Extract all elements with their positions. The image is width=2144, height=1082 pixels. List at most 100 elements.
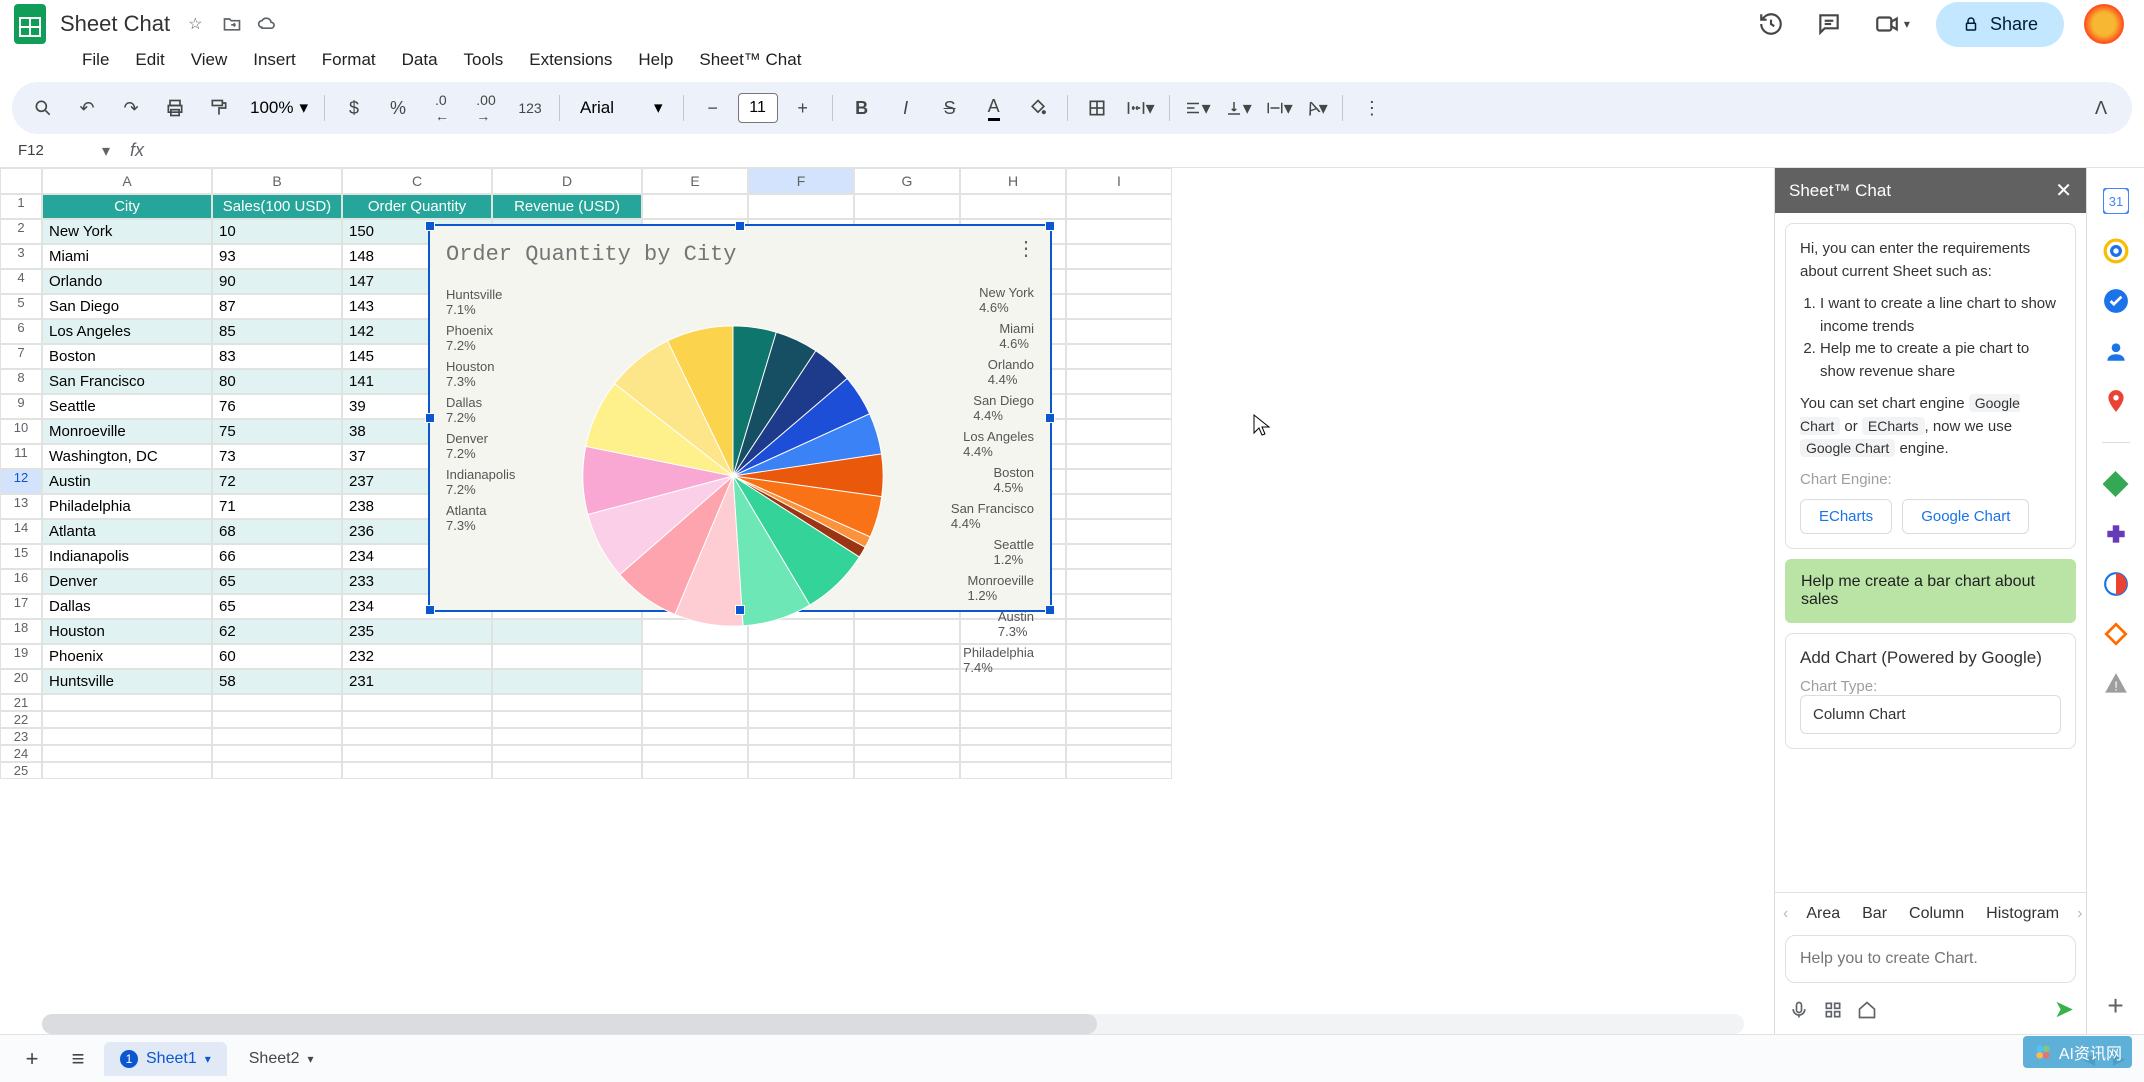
currency-icon[interactable]: $ <box>335 89 373 127</box>
cell[interactable] <box>1066 669 1172 694</box>
cell[interactable] <box>492 728 642 745</box>
cell[interactable] <box>748 711 854 728</box>
redo-icon[interactable]: ↷ <box>112 89 150 127</box>
user-avatar[interactable] <box>2084 4 2124 44</box>
cell[interactable]: Miami <box>42 244 212 269</box>
cell[interactable]: 10 <box>212 219 342 244</box>
sheet-tab[interactable]: 1Sheet1▾ <box>104 1042 227 1076</box>
mic-icon[interactable] <box>1787 998 1811 1022</box>
row-header[interactable]: 20 <box>0 669 42 694</box>
percent-icon[interactable]: % <box>379 89 417 127</box>
cell[interactable]: 90 <box>212 269 342 294</box>
cell[interactable] <box>492 694 642 711</box>
cell[interactable] <box>1066 344 1172 369</box>
cell[interactable]: Sales(100 USD) <box>212 194 342 219</box>
cell[interactable]: Houston <box>42 619 212 644</box>
cell[interactable] <box>1066 519 1172 544</box>
cell[interactable] <box>42 728 212 745</box>
cell[interactable]: 66 <box>212 544 342 569</box>
cell[interactable] <box>342 728 492 745</box>
comments-icon[interactable] <box>1810 5 1848 43</box>
cell[interactable]: 83 <box>212 344 342 369</box>
type-prev-icon[interactable]: ‹ <box>1783 905 1788 923</box>
sheet-tab-menu-icon[interactable]: ▾ <box>205 1052 211 1066</box>
name-box[interactable] <box>10 138 102 163</box>
cell[interactable] <box>1066 219 1172 244</box>
grid-view-icon[interactable] <box>1821 998 1845 1022</box>
row-header[interactable]: 25 <box>0 762 42 779</box>
embedded-chart[interactable]: ⋮ Order Quantity by City Huntsville7.1%P… <box>428 224 1052 612</box>
cell[interactable] <box>1066 294 1172 319</box>
engine-button[interactable]: ECharts <box>1800 499 1892 534</box>
cell[interactable] <box>42 745 212 762</box>
cell[interactable]: City <box>42 194 212 219</box>
row-header[interactable]: 12 <box>0 469 42 494</box>
cell[interactable] <box>642 194 748 219</box>
print-icon[interactable] <box>156 89 194 127</box>
cell[interactable] <box>642 745 748 762</box>
cell[interactable]: Dallas <box>42 594 212 619</box>
cell[interactable] <box>642 728 748 745</box>
cell[interactable]: 93 <box>212 244 342 269</box>
collapse-toolbar-icon[interactable]: ᐱ <box>2082 89 2120 127</box>
menu-help[interactable]: Help <box>626 44 685 76</box>
add-sheet-icon[interactable]: + <box>12 1039 52 1079</box>
cell[interactable]: 60 <box>212 644 342 669</box>
cell[interactable] <box>1066 469 1172 494</box>
col-header[interactable]: G <box>854 168 960 194</box>
cell[interactable] <box>854 745 960 762</box>
fill-color-icon[interactable] <box>1019 89 1057 127</box>
cell[interactable] <box>492 745 642 762</box>
cell[interactable]: 75 <box>212 419 342 444</box>
decrease-decimal-icon[interactable]: .0← <box>423 89 461 127</box>
cell[interactable] <box>748 762 854 779</box>
horizontal-align-icon[interactable]: ▾ <box>1180 89 1215 127</box>
cell[interactable] <box>1066 419 1172 444</box>
cell[interactable] <box>748 194 854 219</box>
engine-button[interactable]: Google Chart <box>1902 499 2029 534</box>
cell[interactable]: Huntsville <box>42 669 212 694</box>
cell[interactable] <box>1066 494 1172 519</box>
cell[interactable]: 76 <box>212 394 342 419</box>
cell[interactable] <box>748 745 854 762</box>
rail-add-icon[interactable]: + <box>2107 990 2123 1022</box>
row-header[interactable]: 13 <box>0 494 42 519</box>
cell[interactable] <box>1066 569 1172 594</box>
row-header[interactable]: 15 <box>0 544 42 569</box>
col-header[interactable]: A <box>42 168 212 194</box>
cell[interactable]: Philadelphia <box>42 494 212 519</box>
cell[interactable]: San Francisco <box>42 369 212 394</box>
cell[interactable]: Washington, DC <box>42 444 212 469</box>
addon-icon-4[interactable] <box>2103 621 2129 647</box>
menu-insert[interactable]: Insert <box>241 44 308 76</box>
cell[interactable] <box>42 711 212 728</box>
sheet-tab-menu-icon[interactable]: ▾ <box>307 1052 313 1066</box>
cell[interactable] <box>1066 369 1172 394</box>
cell[interactable] <box>1066 319 1172 344</box>
cell[interactable] <box>212 694 342 711</box>
cell[interactable] <box>1066 269 1172 294</box>
borders-icon[interactable] <box>1078 89 1116 127</box>
formula-bar[interactable] <box>154 142 2144 159</box>
row-header[interactable]: 22 <box>0 711 42 728</box>
cell[interactable]: Los Angeles <box>42 319 212 344</box>
merge-cells-icon[interactable]: ▾ <box>1122 89 1159 127</box>
cell[interactable]: 87 <box>212 294 342 319</box>
cell[interactable] <box>1066 762 1172 779</box>
sheets-logo-icon[interactable] <box>10 4 50 44</box>
document-name[interactable]: Sheet Chat <box>60 11 170 37</box>
row-header[interactable]: 18 <box>0 619 42 644</box>
col-header[interactable]: E <box>642 168 748 194</box>
chart-type-option[interactable]: Histogram <box>1986 905 2059 923</box>
cell[interactable] <box>748 694 854 711</box>
row-header[interactable]: 1 <box>0 194 42 219</box>
cell[interactable] <box>748 728 854 745</box>
row-header[interactable]: 6 <box>0 319 42 344</box>
cell[interactable]: Denver <box>42 569 212 594</box>
chart-type-select[interactable]: Column Chart <box>1800 695 2061 734</box>
cell[interactable] <box>960 728 1066 745</box>
chart-type-option[interactable]: Bar <box>1862 905 1887 923</box>
cell[interactable] <box>642 762 748 779</box>
cell[interactable]: 72 <box>212 469 342 494</box>
cell[interactable] <box>42 762 212 779</box>
